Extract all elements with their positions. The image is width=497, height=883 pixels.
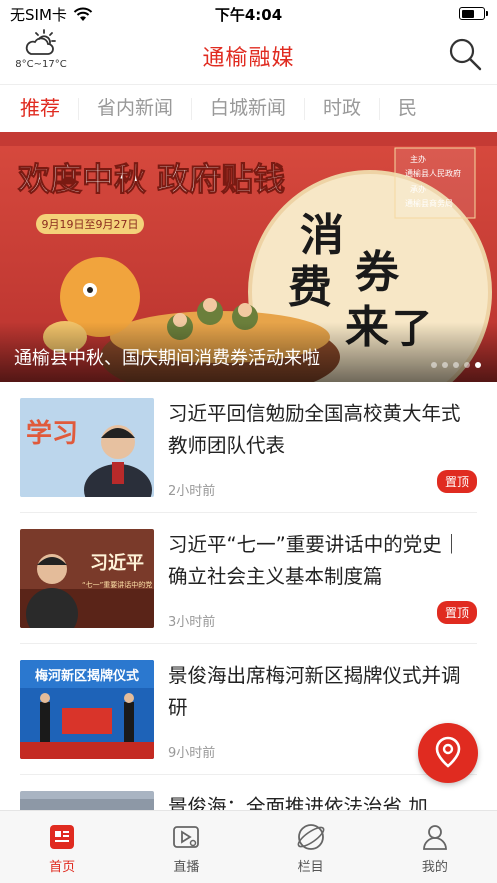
news-item[interactable]: 习近平 “七一”重要讲话中的党 习近平“七一”重要讲话中的党史｜确立社会主义基本… bbox=[20, 513, 477, 644]
app-title: 通榆融媒 bbox=[202, 46, 295, 71]
news-thumbnail: 习近平 “七一”重要讲话中的党 bbox=[20, 529, 154, 628]
nav-columns[interactable]: 栏目 bbox=[249, 811, 373, 883]
thumb-caption-1: 学习 bbox=[26, 418, 78, 449]
news-thumbnail-image: 梅河新区揭牌仪式 bbox=[20, 660, 154, 759]
banner-sponsor-label: 主办 bbox=[410, 154, 426, 164]
nav-columns-label: 栏目 bbox=[297, 860, 324, 875]
news-icon bbox=[50, 825, 75, 849]
news-item[interactable]: 学习 习近平回信勉励全国高校黄大年式教师团队代表 2小时前 置顶 bbox=[20, 382, 477, 513]
battery-icon bbox=[459, 7, 488, 20]
tab-provincial-news[interactable]: 省内新闻 bbox=[89, 85, 181, 132]
news-time: 9小时前 bbox=[168, 746, 216, 761]
banner-calligraphy-char-1: 消 bbox=[300, 210, 344, 261]
carousel-dot[interactable] bbox=[475, 362, 481, 368]
banner-organizer-label: 承办 bbox=[410, 184, 426, 194]
tab-divider bbox=[191, 97, 193, 120]
tab-people[interactable]: 民 bbox=[390, 85, 425, 132]
planet-icon bbox=[297, 824, 325, 850]
carousel-dot[interactable] bbox=[431, 362, 437, 368]
search-button[interactable] bbox=[447, 36, 483, 72]
nav-home-label: 首页 bbox=[49, 860, 76, 875]
banner-calligraphy-char-3: 券 bbox=[355, 247, 400, 298]
news-title: 景俊海出席梅河新区揭牌仪式并调研 bbox=[168, 664, 461, 719]
banner-date-range: 9月19日至9月27日 bbox=[42, 218, 139, 231]
app-header: 8°C~17°C 通榆融媒 bbox=[0, 28, 497, 84]
banner-sponsor-name: 通榆县人民政府 bbox=[405, 168, 461, 178]
search-icon bbox=[449, 38, 482, 71]
banner-caption: 通榆县中秋、国庆期间消费券活动来啦 bbox=[14, 348, 320, 369]
tab-divider bbox=[379, 97, 381, 120]
news-thumbnail: 学习 bbox=[20, 398, 154, 497]
news-title: 习近平“七一”重要讲话中的党史｜确立社会主义基本制度篇 bbox=[168, 533, 462, 588]
news-thumbnail-image: 习近平 “七一”重要讲话中的党 bbox=[20, 529, 154, 628]
carousel-dot[interactable] bbox=[442, 362, 448, 368]
status-bar: 无SIM卡 下午4:04 bbox=[0, 0, 497, 28]
pinned-badge: 置顶 bbox=[436, 601, 477, 624]
thumb-caption-3: 梅河新区揭牌仪式 bbox=[35, 668, 139, 684]
tab-divider bbox=[304, 97, 306, 120]
battery-level bbox=[461, 9, 474, 18]
tab-divider bbox=[78, 97, 79, 120]
user-icon bbox=[422, 825, 447, 850]
pinned-badge: 置顶 bbox=[436, 470, 477, 493]
nav-profile[interactable]: 我的 bbox=[373, 811, 497, 883]
nav-live[interactable]: 直播 bbox=[124, 811, 248, 883]
location-button[interactable] bbox=[418, 723, 478, 783]
news-list: 学习 习近平回信勉励全国高校黄大年式教师团队代表 2小时前 置顶 习近平 “七一… bbox=[0, 382, 497, 883]
thumb-caption-2: 习近平 bbox=[90, 552, 144, 574]
bottom-tab-bar: 首页 直播 栏目 我的 bbox=[0, 810, 497, 883]
nav-home[interactable]: 首页 bbox=[0, 811, 124, 883]
tab-politics[interactable]: 时政 bbox=[315, 85, 369, 132]
news-title: 习近平回信勉励全国高校黄大年式教师团队代表 bbox=[168, 402, 461, 457]
category-tabs: 推荐 省内新闻 白城新闻 时政 民 bbox=[0, 84, 497, 132]
banner-organizer-name: 通榆县商务局 bbox=[405, 198, 453, 208]
news-thumbnail-image: 学习 bbox=[20, 398, 154, 497]
thumb-caption-2-sub: “七一”重要讲话中的党 bbox=[82, 580, 152, 589]
live-video-icon bbox=[173, 826, 200, 848]
clock: 下午4:04 bbox=[214, 6, 283, 24]
news-item[interactable]: 梅河新区揭牌仪式 景俊海出席梅河新区揭牌仪式并调研 9小时前 bbox=[20, 644, 477, 775]
carousel-dot[interactable] bbox=[453, 362, 459, 368]
news-thumbnail: 梅河新区揭牌仪式 bbox=[20, 660, 154, 759]
location-pin-icon bbox=[435, 736, 461, 768]
banner-carousel[interactable]: 9月19日至9月27日 欢度中秋 政府贴钱 主办 通榆县人民政府 承办 通榆县商… bbox=[0, 132, 497, 382]
nav-live-label: 直播 bbox=[173, 860, 200, 875]
carousel-dot[interactable] bbox=[464, 362, 470, 368]
tab-recommend[interactable]: 推荐 bbox=[0, 85, 68, 132]
banner-calligraphy-char-2: 费 bbox=[288, 262, 332, 313]
tab-baicheng-news[interactable]: 白城新闻 bbox=[202, 85, 294, 132]
news-time: 2小时前 bbox=[168, 484, 216, 499]
banner-headline: 欢度中秋 政府贴钱 bbox=[17, 160, 285, 198]
carousel-dots bbox=[431, 362, 481, 368]
news-time: 3小时前 bbox=[168, 615, 216, 630]
nav-profile-label: 我的 bbox=[421, 860, 448, 875]
